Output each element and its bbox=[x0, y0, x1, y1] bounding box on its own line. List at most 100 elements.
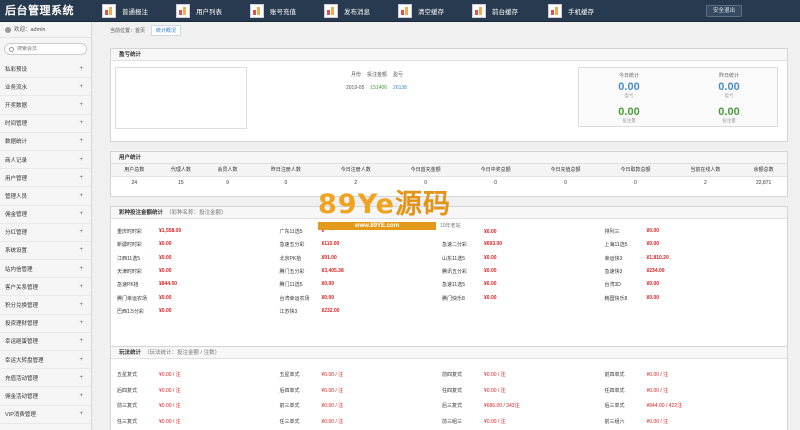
sidebar-item-12[interactable]: 客户关系管理 + bbox=[0, 278, 91, 297]
nav-item-label: 用户列表 bbox=[196, 9, 222, 16]
grid-cell: 腾讯五分彩 ¥0.00 bbox=[442, 268, 605, 275]
sidebar-item-7[interactable]: 管理人员 + bbox=[0, 187, 91, 206]
chart-icon bbox=[398, 4, 412, 18]
sidebar-item-label: 业务流水 bbox=[5, 84, 28, 91]
cell-value: ¥0.00 bbox=[159, 241, 172, 248]
cell-name: 任四复式 bbox=[442, 387, 463, 394]
cell-name: 腾门11选5 bbox=[279, 282, 303, 289]
breadcrumb: 当前位置：首页 统计概况 bbox=[110, 24, 182, 36]
today-bet-caption: 投注量 bbox=[622, 118, 636, 123]
sidebar-item-13[interactable]: 积分兑换管理 + bbox=[0, 296, 91, 315]
grid-row: 五星复式 ¥0.00 / 注五星单式 ¥0.00 / 注前四复式 ¥0.00 / 注前… bbox=[117, 367, 783, 383]
sidebar-item-19[interactable]: VIP消费管理 + bbox=[0, 406, 91, 424]
cell-name: 急速PK拾 bbox=[117, 282, 139, 289]
sidebar-item-label: 时间管理 bbox=[5, 121, 28, 128]
chart-icon bbox=[548, 4, 562, 18]
sidebar-item-15[interactable]: 幸运砸蛋管理 + bbox=[0, 333, 91, 351]
sidebar-item-16[interactable]: 幸运大转盘管理 + bbox=[0, 351, 91, 370]
sidebar-item-6[interactable]: 用户管理 + bbox=[0, 169, 91, 188]
chart-icon bbox=[176, 4, 190, 18]
user-stats-header: 今日注册人数 bbox=[320, 164, 391, 177]
sidebar-item-8[interactable]: 佣金管理 + bbox=[0, 206, 91, 224]
play-grid: 五星复式 ¥0.00 / 注五星单式 ¥0.00 / 注前四复式 ¥0.00 / 注前… bbox=[117, 367, 783, 429]
grid-cell: 北京PK拾 ¥91.00 bbox=[280, 255, 443, 262]
grid-row: 巴西1.5分彩 ¥0.00 江苏快3 ¥232.00 bbox=[117, 305, 783, 318]
watermark-text: 89Ye源码 bbox=[318, 190, 478, 220]
expand-plus-icon: + bbox=[79, 265, 83, 272]
sidebar-item-11[interactable]: 站内信管理 + bbox=[0, 260, 91, 279]
grid-cell: 前四单式 ¥0.00 / 注 bbox=[605, 371, 768, 378]
grid-row: 江西11选5 ¥0.00 北京PK拾 ¥91.00 山东11选5 ¥0.00 幸运快3 ¥1,… bbox=[117, 252, 783, 265]
lottery-title-text: 彩种投注金额统计 bbox=[119, 210, 164, 216]
nav-item-5[interactable]: 前台缓存 bbox=[472, 0, 518, 22]
header-month: 月份 bbox=[351, 72, 362, 78]
sidebar-item-14[interactable]: 投资理财管理 + bbox=[0, 315, 91, 333]
cell-value: ¥0.00 / 注 bbox=[484, 387, 506, 394]
sidebar-item-4[interactable]: 数据统计 + bbox=[0, 133, 91, 151]
search-box[interactable] bbox=[4, 43, 87, 55]
cell-name: 排列三 bbox=[604, 229, 620, 236]
nav-item-6[interactable]: 手机缓存 bbox=[548, 0, 594, 22]
user-stats-header: 当前在线人数 bbox=[670, 164, 741, 177]
logout-button[interactable]: 安全退出 bbox=[705, 5, 742, 17]
cell-name: 前三组三 bbox=[442, 418, 463, 425]
cell-name: 新疆时时彩 bbox=[117, 242, 143, 249]
nav-item-4[interactable]: 清空缓存 bbox=[398, 0, 444, 22]
nav-item-1[interactable]: 用户列表 bbox=[176, 0, 222, 22]
sidebar-item-18[interactable]: 佣金活动管理 + bbox=[0, 387, 91, 406]
sidebar-item-2[interactable]: 开奖数据 + bbox=[0, 96, 91, 115]
sidebar-item-3[interactable]: 时间管理 + bbox=[0, 115, 91, 133]
grid-cell: 新疆时时彩 ¥0.00 bbox=[117, 241, 280, 248]
nav-item-2[interactable]: 账号充值 bbox=[250, 0, 296, 22]
cell-name: 腾门幸运农场 bbox=[117, 295, 148, 302]
sidebar-item-9[interactable]: 分红管理 + bbox=[0, 224, 91, 242]
user-stats-value: 0 bbox=[634, 180, 637, 187]
cell-name: 前三组六 bbox=[604, 418, 625, 425]
grid-cell: 山东11选5 ¥0.00 bbox=[442, 255, 605, 262]
cell-name: 巴西1.5分彩 bbox=[117, 308, 144, 315]
header-bet: 投注金额 bbox=[367, 72, 388, 78]
yesterday-bet-value: 0.00 bbox=[718, 106, 740, 118]
sidebar-item-label: 站内信管理 bbox=[5, 266, 33, 273]
cell-name: 后三复式 bbox=[442, 403, 463, 410]
cell-value: ¥0.00 bbox=[484, 228, 497, 235]
sidebar-item-17[interactable]: 充值活动管理 + bbox=[0, 369, 91, 388]
top-bar: 后台管理系统 普通报注 用户列表 账号充值 发布消息 清空缓存 前台缓存 手机缓存 安全退出 bbox=[0, 0, 800, 22]
sidebar-item-5[interactable]: 商人记录 + bbox=[0, 151, 91, 170]
nav-item-3[interactable]: 发布消息 bbox=[324, 0, 370, 22]
cell-name: 任三复式 bbox=[117, 418, 138, 425]
cell-name: 台湾3D bbox=[604, 282, 621, 289]
sidebar-item-1[interactable]: 业务流水 + bbox=[0, 78, 91, 97]
cell-name: 江苏快3 bbox=[279, 308, 298, 315]
sidebar-item-label: 私彩预设 bbox=[5, 66, 28, 73]
watermark-cn: 源码 bbox=[394, 189, 451, 220]
cell-name: 急速二分彩 bbox=[442, 242, 468, 249]
grid-cell: 江苏快3 ¥232.00 bbox=[280, 308, 443, 315]
play-stats-title: 玩法统计 （玩法统计：投注金额 / 注数） bbox=[111, 347, 787, 359]
yesterday-label: 昨日统计 bbox=[718, 73, 739, 79]
expand-plus-icon: + bbox=[79, 229, 83, 236]
sidebar-item-0[interactable]: 私彩预设 + bbox=[0, 60, 91, 79]
breadcrumb-current-tab[interactable]: 统计概况 bbox=[151, 24, 182, 36]
expand-plus-icon: + bbox=[79, 320, 83, 327]
nav-item-0[interactable]: 普通报注 bbox=[102, 0, 148, 22]
cell-value: ¥1,558.00 bbox=[159, 228, 182, 235]
nav-item-label: 前台缓存 bbox=[492, 9, 518, 16]
grid-cell: 后四复式 ¥0.00 / 注 bbox=[117, 387, 280, 394]
yesterday-profit-caption: 盈亏 bbox=[724, 93, 734, 98]
search-input[interactable] bbox=[16, 46, 86, 52]
grid-cell: 急速快3 ¥234.00 bbox=[605, 268, 768, 275]
cell-name: 急速11选5 bbox=[442, 282, 465, 289]
grid-cell: 任四单式 ¥0.00 / 注 bbox=[605, 387, 768, 394]
expand-plus-icon: + bbox=[79, 302, 83, 309]
sidebar-item-label: 系统设置 bbox=[5, 248, 28, 255]
sidebar-item-label: 充值活动管理 bbox=[5, 375, 39, 382]
grid-cell: 后三单式 ¥844.00 / 422注 bbox=[605, 402, 768, 409]
cell-name: 北京PK拾 bbox=[279, 255, 302, 262]
grid-row: 任三复式 ¥0.00 / 注任三单式 ¥0.00 / 注前三组三 ¥0.00 / 注前… bbox=[117, 414, 783, 430]
cell-value: ¥0.00 bbox=[484, 294, 497, 301]
cell-name: 上海11选5 bbox=[604, 242, 628, 249]
cell-value: ¥0.00 / 注 bbox=[646, 387, 669, 394]
sidebar-item-label: 投资理财管理 bbox=[5, 321, 39, 328]
sidebar-item-10[interactable]: 系统设置 + bbox=[0, 242, 91, 261]
